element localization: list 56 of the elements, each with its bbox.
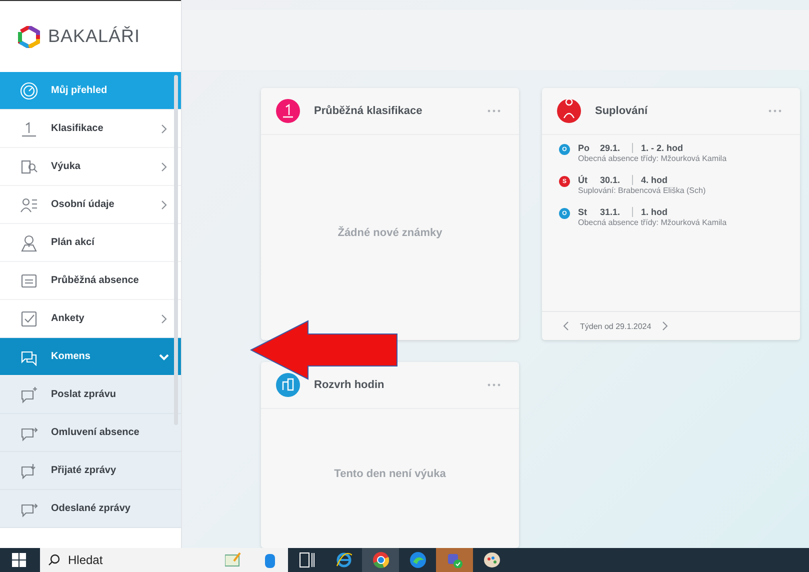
sidebar-item[interactable]: Komens — [0, 338, 181, 376]
taskbar-app[interactable] — [362, 548, 399, 572]
more-options-icon[interactable] — [487, 109, 501, 113]
search-field[interactable]: Hledat — [40, 548, 214, 572]
chevron-right-icon — [159, 200, 169, 210]
entry-note: Obecná absence třídy: Mžourková Kamila — [578, 218, 727, 227]
submenu-item[interactable]: Odeslané zprávy — [0, 490, 181, 528]
entry-date: 29.1. — [600, 143, 622, 153]
submenu-item[interactable]: Poslat zprávu — [0, 376, 181, 414]
widget-title: Suplování — [595, 105, 649, 117]
widget-title: Průběžná klasifikace — [314, 105, 424, 117]
entry-day: Po — [578, 143, 600, 153]
entry-day: St — [578, 207, 600, 217]
menu-item-icon — [20, 158, 38, 176]
entry-date: 31.1. — [600, 207, 622, 217]
chat-bubble-icon — [20, 386, 38, 404]
submenu-item[interactable]: Přijaté zprávy — [0, 452, 181, 490]
chevron-right-icon — [159, 162, 169, 172]
chevron-down-icon — [159, 352, 169, 362]
empty-message: Žádné nové známky — [338, 226, 442, 238]
chevron-left-icon[interactable] — [562, 321, 570, 331]
browser-wave-icon — [410, 552, 426, 568]
more-options-icon[interactable] — [487, 383, 501, 387]
chat-app-icon — [446, 552, 462, 568]
palette-icon — [484, 552, 500, 568]
chevron-right-icon — [159, 314, 169, 324]
search-input[interactable]: Hledat — [68, 553, 188, 567]
chevron-right-icon — [159, 124, 169, 134]
entry-note: Suplování: Brabencová Eliška (Sch) — [578, 186, 706, 195]
menu-item-icon — [20, 234, 38, 252]
empty-message: Tento den není výuka — [334, 468, 446, 480]
chat-bubble-icon — [20, 462, 38, 480]
search-icon — [48, 554, 60, 566]
brand-name: BAKALÁŘI — [48, 26, 140, 47]
entry-day: Út — [578, 175, 600, 185]
menu-item-icon — [20, 196, 38, 214]
notebook-icon — [224, 552, 240, 568]
windows-start-icon[interactable] — [12, 553, 26, 567]
entry-lessons: 1. - 2. hod — [632, 143, 684, 153]
browser-circle-icon — [372, 552, 388, 568]
hexagon-logo-icon — [18, 26, 40, 48]
menu-item-icon — [20, 272, 38, 290]
task-view-icon — [298, 552, 314, 568]
browser-e-icon — [336, 552, 352, 568]
entry-lessons: 4. hod — [632, 175, 668, 185]
week-label: Týden od 29.1.2024 — [580, 322, 652, 330]
menu-item-icon — [20, 310, 38, 328]
widget-title: Rozvrh hodin — [314, 379, 386, 391]
submenu-item[interactable]: Omluvení absence — [0, 414, 181, 452]
menu-item-icon — [20, 120, 38, 138]
chevron-right-icon[interactable] — [661, 321, 670, 331]
entry-note: Obecná absence třídy: Mžourková Kamila — [578, 154, 727, 163]
menu-item-icon — [20, 82, 38, 100]
more-options-icon[interactable] — [768, 109, 782, 113]
entry-lessons: 1. hod — [632, 207, 668, 217]
entry-date: 30.1. — [600, 175, 622, 185]
